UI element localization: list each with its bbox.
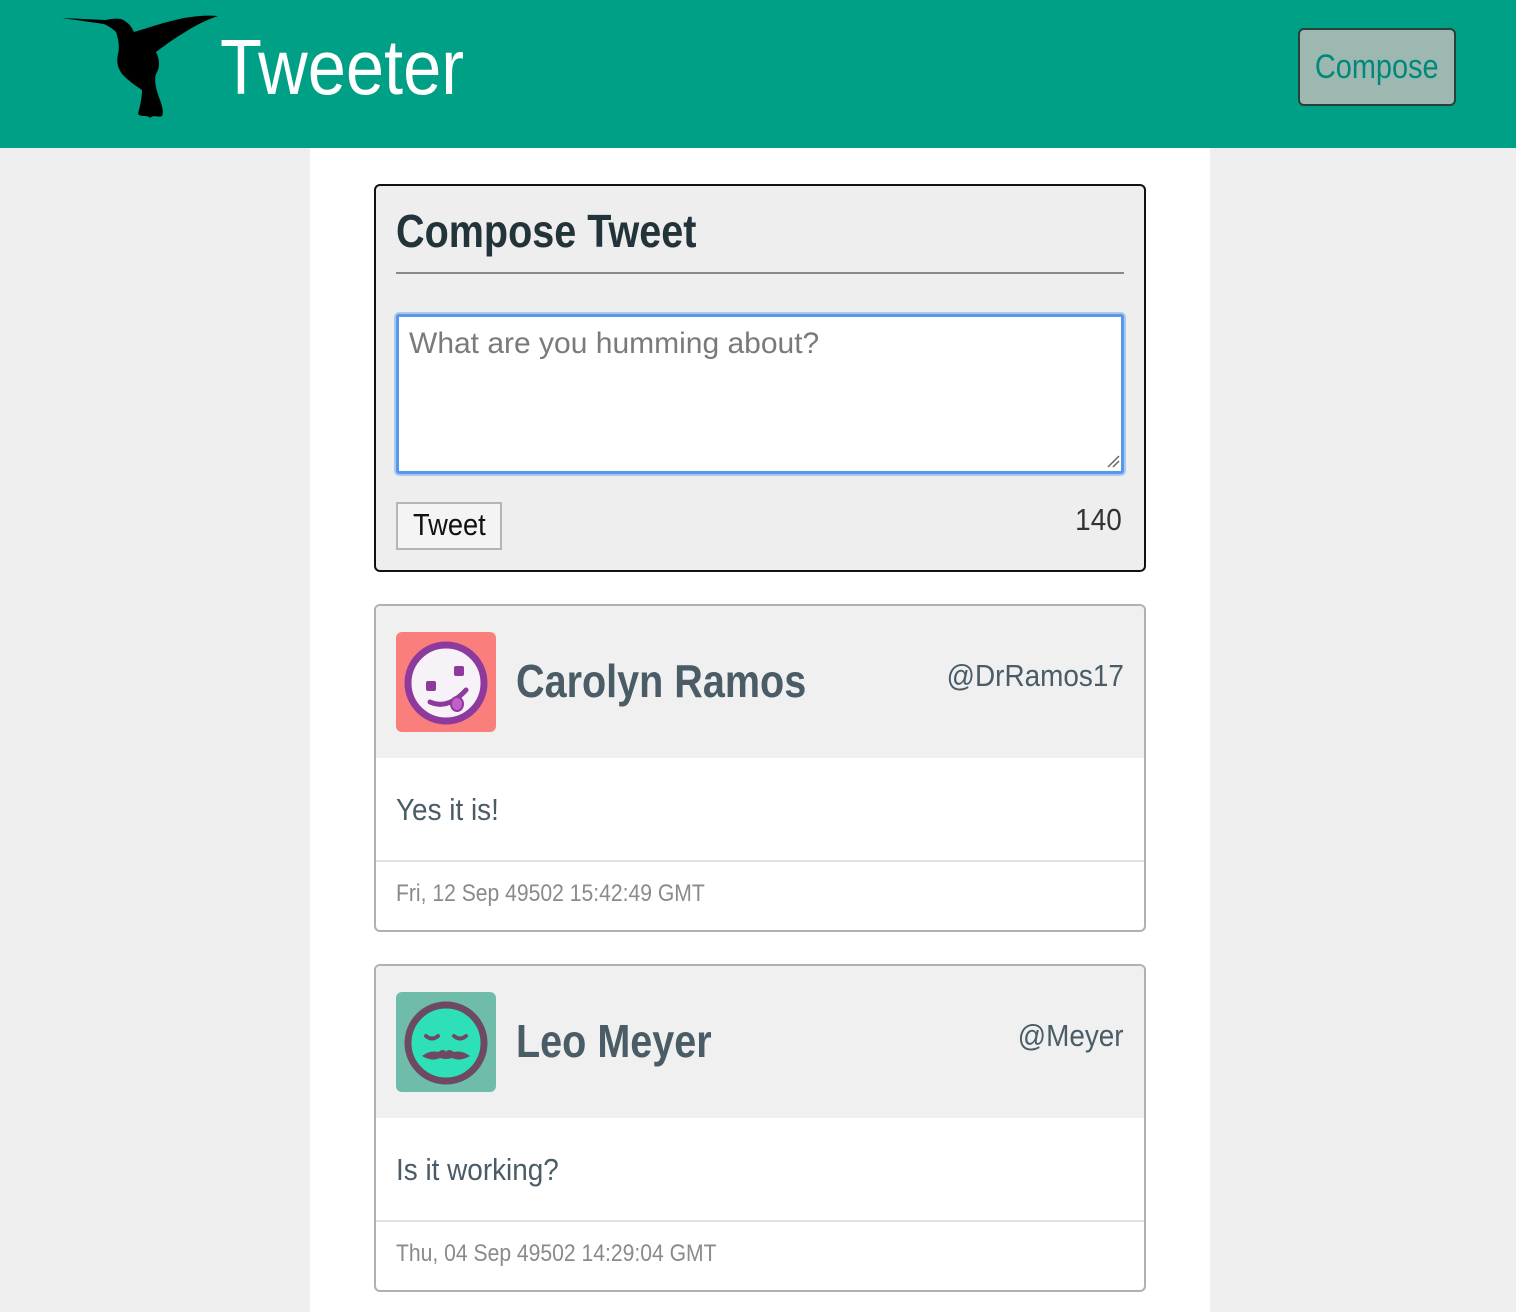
tweet-card: Carolyn Ramos @DrRamos17 Yes it is! Fri,… (374, 604, 1146, 932)
tweet-author-name: Leo Meyer (516, 1015, 712, 1067)
tweet-footer-divider (376, 860, 1144, 862)
tweet-card: Leo Meyer @Meyer Is it working? Thu, 04 … (374, 964, 1146, 1292)
tweet-text-input[interactable] (396, 314, 1124, 474)
textarea-resize-grip-icon[interactable] (1106, 454, 1120, 468)
compose-panel-title: Compose Tweet (396, 205, 697, 257)
avatar (396, 632, 496, 732)
tweet-content: Is it working? (396, 1152, 559, 1187)
tweet-content: Yes it is! (396, 792, 499, 827)
tweet-timestamp: Fri, 12 Sep 49502 15:42:49 GMT (396, 880, 705, 907)
tweet-timestamp: Thu, 04 Sep 49502 14:29:04 GMT (396, 1240, 717, 1267)
compose-tweet-panel: Compose Tweet Tweet 140 (374, 184, 1146, 572)
hummingbird-logo-icon (62, 15, 218, 118)
tweet-submit-button[interactable]: Tweet (396, 502, 502, 550)
compose-toggle-button[interactable]: Compose (1298, 28, 1456, 106)
tweet-header: Carolyn Ramos @DrRamos17 (376, 606, 1144, 758)
tweet-header: Leo Meyer @Meyer (376, 966, 1144, 1118)
tweet-author-name: Carolyn Ramos (516, 655, 807, 707)
tweet-author-handle: @DrRamos17 (946, 658, 1124, 693)
mustache-face-avatar-icon (396, 992, 496, 1092)
tweet-submit-label: Tweet (412, 507, 486, 542)
compose-toggle-label: Compose (1315, 48, 1439, 86)
silly-face-avatar-icon (396, 632, 496, 732)
title-divider (396, 272, 1124, 274)
top-navigation-bar: Tweeter Compose (0, 0, 1516, 148)
tweet-author-handle: @Meyer (1018, 1018, 1124, 1053)
character-counter: 140 (1075, 502, 1122, 537)
tweet-footer-divider (376, 1220, 1144, 1222)
brand-title: Tweeter (220, 23, 465, 111)
avatar (396, 992, 496, 1092)
